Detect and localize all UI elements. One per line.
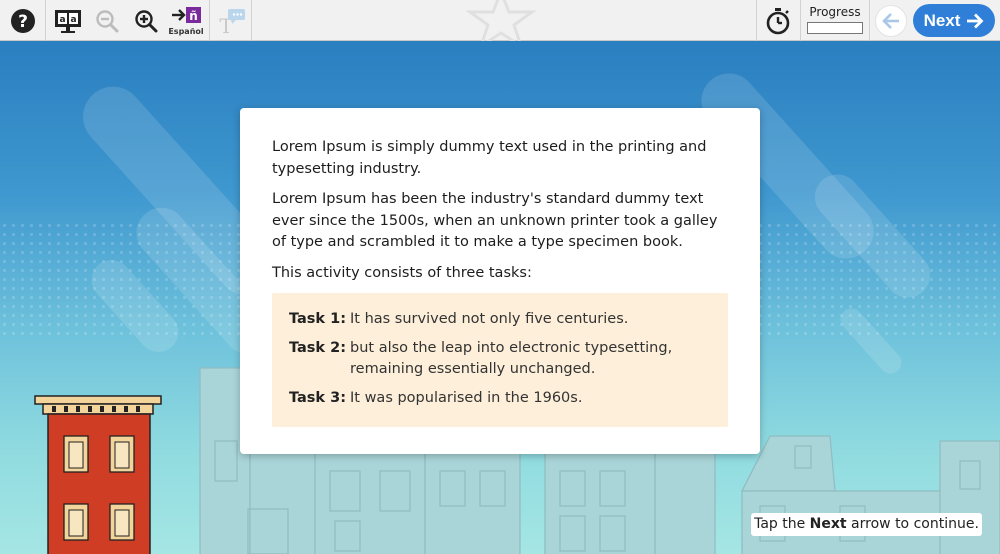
task-label: Task 1: [289, 311, 347, 327]
arrow-right-icon [967, 13, 984, 28]
progress-widget: Progress [806, 5, 864, 37]
intro-paragraph: Lorem Ipsum is simply dummy text used in… [272, 139, 707, 177]
glossary-button[interactable]: a a [52, 0, 84, 41]
question-circle-icon: ? [11, 8, 35, 33]
task-item: Task 1: It has survived not only five ce… [289, 309, 712, 330]
tasks-intro: This activity consists of three tasks: [272, 264, 532, 281]
continue-hint: Tap the Next arrow to continue. [751, 513, 982, 536]
timer-button[interactable] [761, 0, 795, 41]
intro-dialog: Lorem Ipsum is simply dummy text used in… [240, 108, 760, 454]
stopwatch-icon [766, 7, 790, 34]
next-button[interactable]: Next [913, 4, 995, 37]
hint-text-before: Tap the [754, 516, 810, 532]
task-label: Task 3: [289, 390, 347, 406]
hint-next-word: Next [809, 516, 847, 532]
arrow-enye-icon: ñ [172, 6, 201, 23]
text-to-speech-button[interactable]: T [214, 0, 248, 41]
progress-bar [807, 22, 863, 34]
spanish-button[interactable]: ñ Español [166, 0, 206, 41]
task-item: Task 2: but also the leap into electroni… [289, 338, 712, 380]
task-item: Task 3: It was popularised in the 1960s. [289, 388, 712, 409]
zoom-in-button[interactable] [131, 0, 161, 41]
back-button[interactable] [874, 0, 908, 41]
svg-text:?: ? [18, 12, 28, 32]
task-list: Task 1: It has survived not only five ce… [272, 293, 728, 427]
task-label: Task 2: [289, 340, 347, 356]
progress-label: Progress [809, 5, 861, 19]
spanish-glyph: ñ [189, 9, 198, 23]
zoom-out-button[interactable] [92, 0, 122, 41]
next-label: Next [923, 10, 961, 30]
zoom-out-icon [96, 9, 119, 32]
arrow-left-icon [882, 12, 899, 29]
intro-paragraph: Lorem Ipsum has been the industry's stan… [272, 191, 718, 250]
text-speech-bubble-icon: T [219, 8, 245, 36]
zoom-in-icon [135, 9, 158, 32]
svg-text:a: a [70, 15, 76, 25]
svg-text:a: a [59, 15, 65, 25]
spanish-label: Español [168, 26, 204, 36]
glossary-screen-icon: a a [55, 9, 81, 33]
task-text: It was popularised in the 1960s. [350, 390, 583, 406]
toolbar: ? a a ñ Español T Progress Next [0, 0, 1000, 44]
help-button[interactable]: ? [6, 0, 40, 41]
task-text: It has survived not only five centuries. [350, 311, 629, 327]
task-text: but also the leap into electronic typese… [350, 340, 673, 377]
star-decoration-icon [466, 0, 536, 44]
hint-text-after: arrow to continue. [846, 516, 979, 532]
